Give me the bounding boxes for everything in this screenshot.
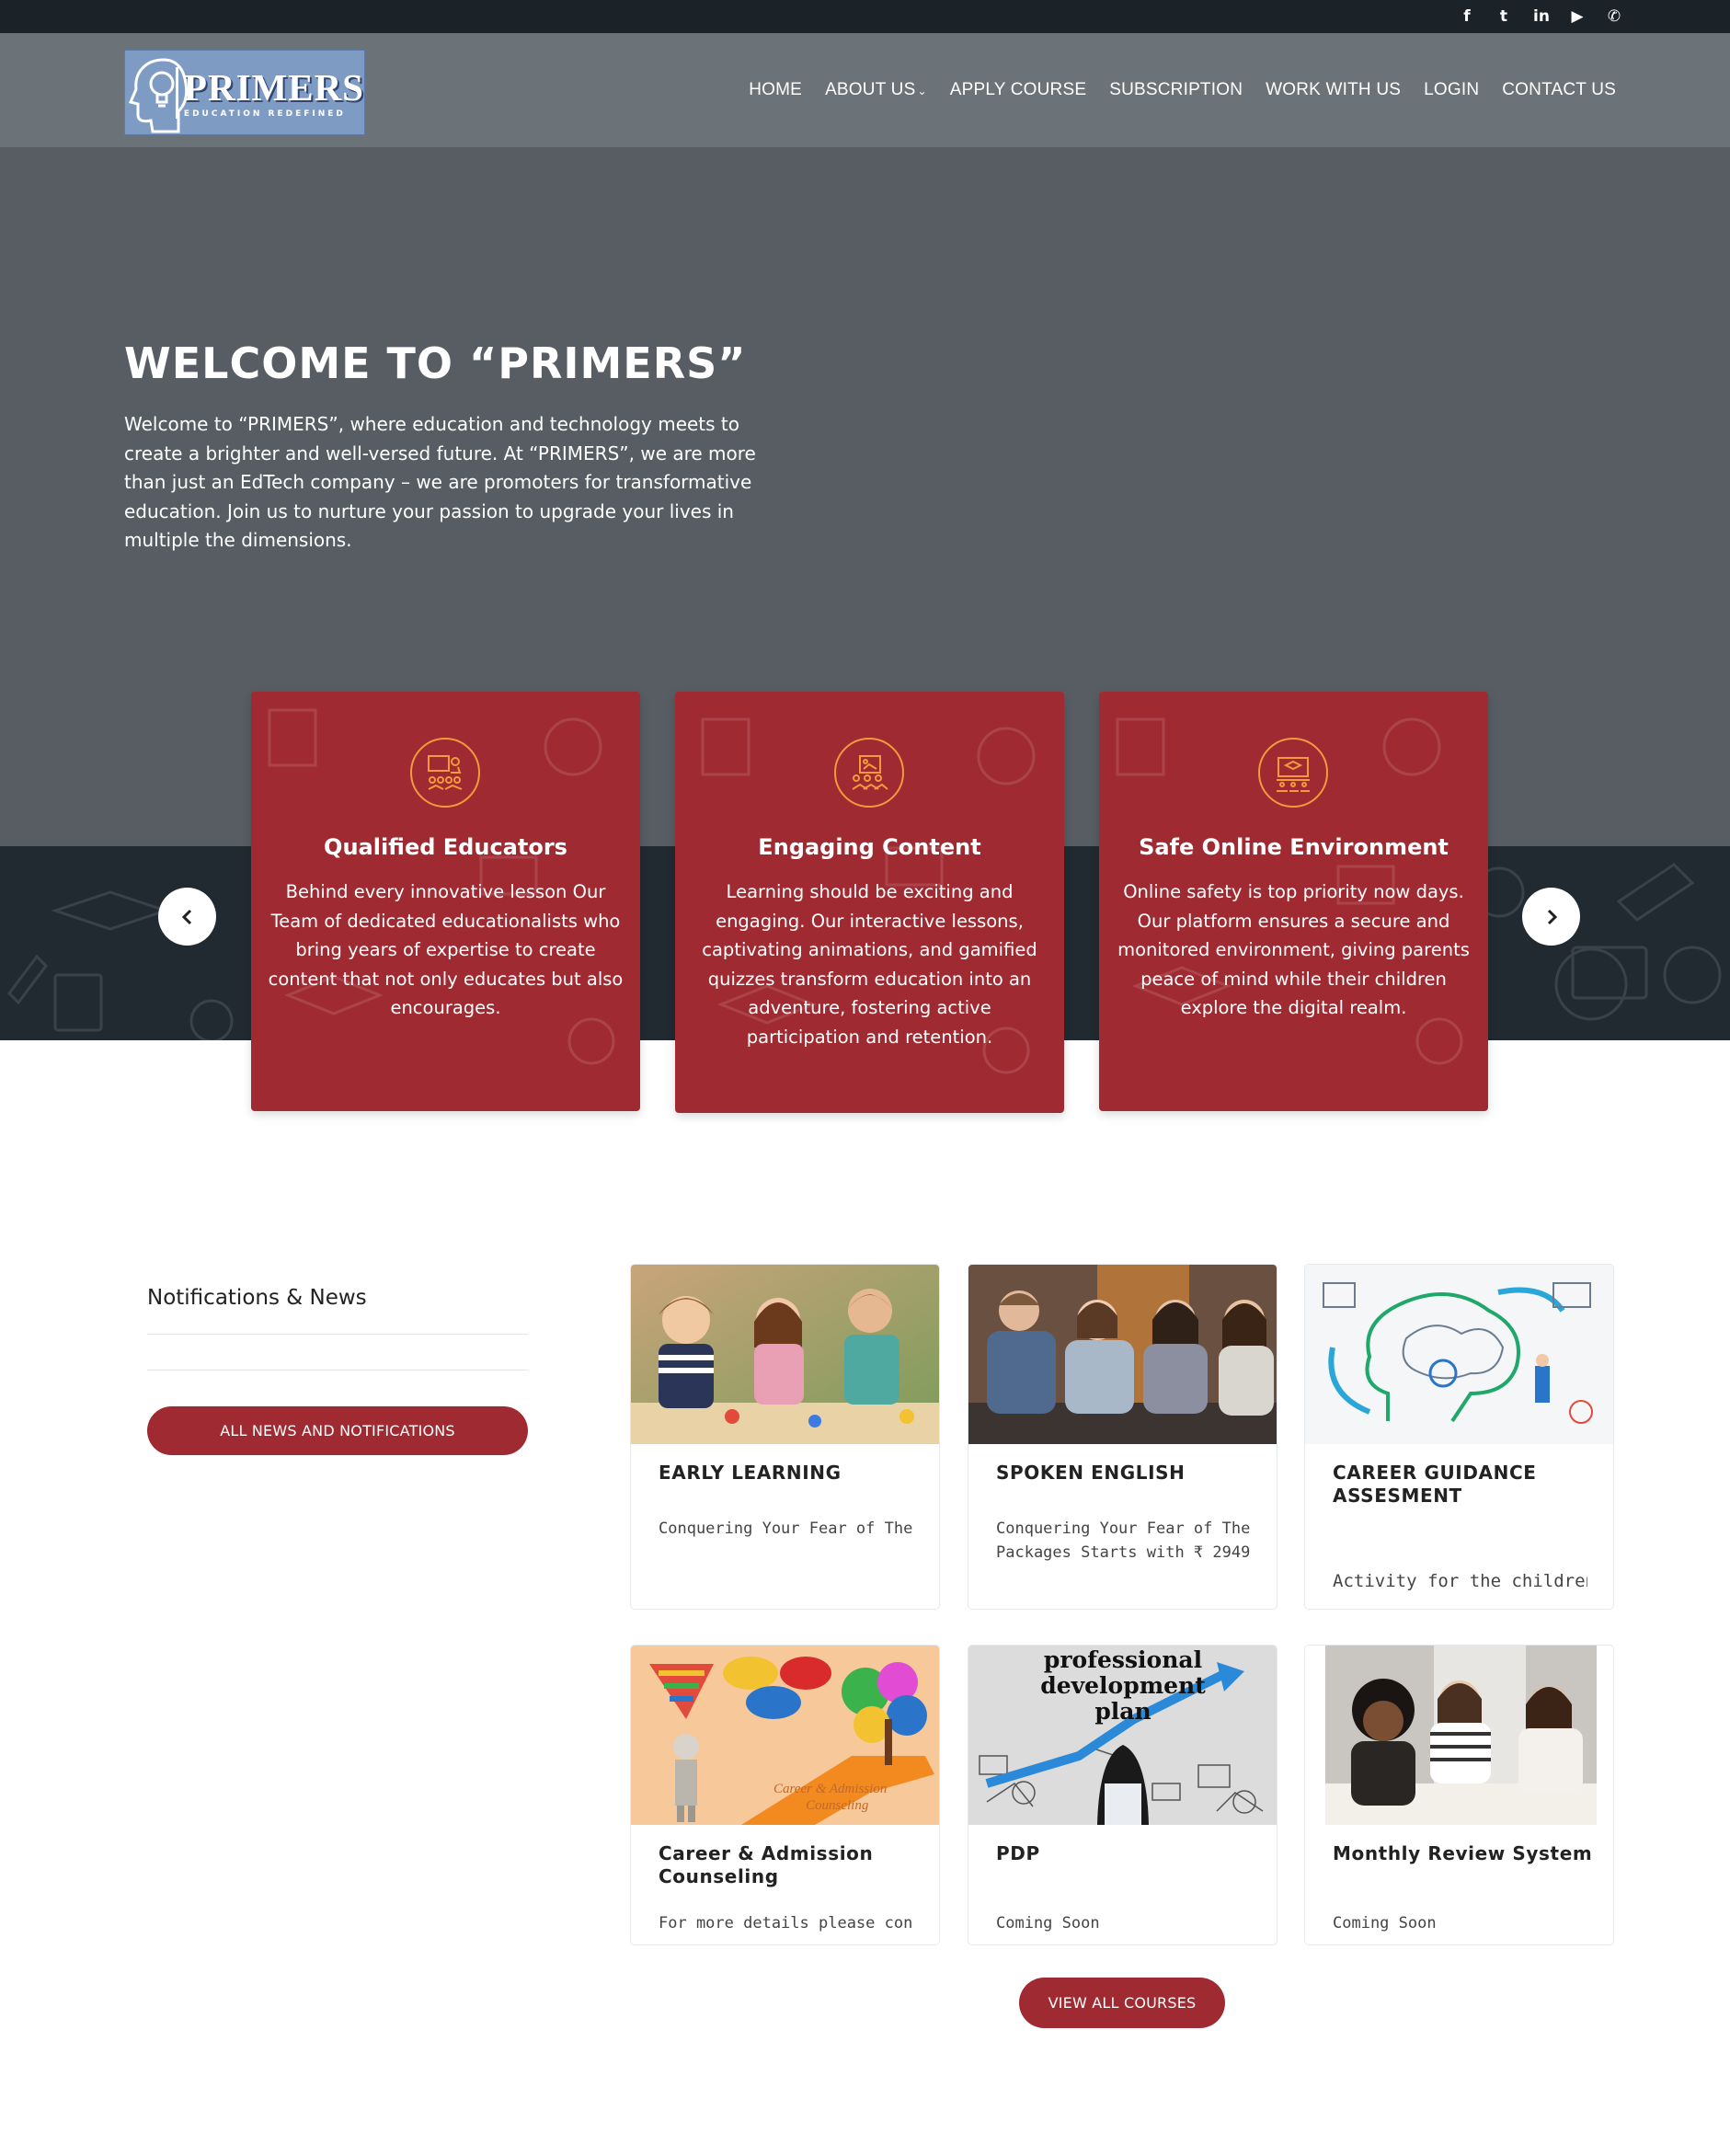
- news-heading: Notifications & News: [147, 1286, 367, 1310]
- nav-work-with-us[interactable]: WORK WITH US: [1266, 80, 1401, 100]
- teacher-icon: [410, 738, 480, 808]
- nav-about[interactable]: ABOUT US ⌄: [825, 80, 927, 100]
- course-title: Career & Admission Counseling: [659, 1842, 874, 1887]
- course-desc-price: Packages Starts with ₹ 2949.: [996, 1543, 1251, 1562]
- nav-apply-course[interactable]: APPLY COURSE: [950, 80, 1086, 100]
- chevron-left-icon: [181, 909, 191, 924]
- feature-title: Engaging Content: [758, 834, 981, 860]
- chevron-right-icon: [1547, 909, 1557, 924]
- image-caption-3: plan: [1094, 1698, 1151, 1725]
- nav-home[interactable]: HOME: [749, 80, 802, 100]
- image-caption-2: Counseling: [806, 1798, 869, 1813]
- course-image: professional development plan: [968, 1646, 1277, 1825]
- feature-card: Safe Online Environment Online safety is…: [1099, 692, 1488, 1111]
- site-logo[interactable]: PRIMERS EDUCATION REDEFINED: [124, 50, 365, 135]
- head-logo-icon: [125, 52, 189, 133]
- course-desc: Conquering Your Fear of The E: [659, 1520, 913, 1538]
- feature-card: Engaging Content Learning should be exci…: [675, 692, 1064, 1113]
- feature-text: Learning should be exciting and engaging…: [702, 881, 1037, 1048]
- carousel-prev-button[interactable]: [158, 888, 216, 946]
- course-desc: Conquering Your Fear of The E: [996, 1520, 1251, 1538]
- course-desc: Coming Soon: [996, 1914, 1100, 1932]
- whatsapp-icon[interactable]: ✆: [1607, 8, 1621, 25]
- course-image: [1305, 1265, 1613, 1444]
- course-title: SPOKEN ENGLISH: [996, 1462, 1186, 1484]
- course-image: [631, 1265, 939, 1444]
- linkedin-icon[interactable]: in: [1533, 8, 1550, 25]
- feature-title: Qualified Educators: [324, 834, 567, 860]
- course-card[interactable]: Career & Admission Counseling Career & A…: [630, 1645, 940, 1945]
- image-caption-1: Career & Admission: [773, 1782, 887, 1796]
- classroom-icon: [1258, 738, 1328, 808]
- image-caption-1: professional: [1044, 1646, 1202, 1673]
- logo-tagline: EDUCATION REDEFINED: [183, 109, 346, 119]
- course-card[interactable]: professional development plan PDP Coming…: [968, 1645, 1277, 1945]
- course-image: [1305, 1646, 1613, 1825]
- feature-card: Qualified Educators Behind every innovat…: [251, 692, 640, 1111]
- image-caption-2: development: [1040, 1672, 1206, 1699]
- hero-title: WELCOME TO “PRIMERS”: [124, 338, 747, 388]
- site-header: PRIMERS EDUCATION REDEFINED HOME ABOUT U…: [0, 33, 1730, 147]
- feature-text: Online safety is top priority now days. …: [1117, 881, 1470, 1018]
- youtube-icon[interactable]: ▶: [1570, 8, 1585, 25]
- course-desc: Coming Soon: [1333, 1914, 1437, 1932]
- course-desc: Activity for the children to: [1333, 1571, 1587, 1591]
- nav-contact[interactable]: CONTACT US: [1502, 80, 1616, 100]
- logo-name: PRIMERS: [183, 65, 364, 109]
- twitter-icon[interactable]: t: [1496, 8, 1511, 25]
- course-card[interactable]: SPOKEN ENGLISH Conquering Your Fear of T…: [968, 1264, 1277, 1610]
- divider: [147, 1334, 528, 1335]
- course-desc: For more details please conne: [659, 1914, 913, 1932]
- feature-text: Behind every innovative lesson Our Team …: [268, 881, 624, 1018]
- nav-login[interactable]: LOGIN: [1424, 80, 1479, 100]
- social-links: f t in ▶ ✆: [1460, 0, 1621, 33]
- course-card[interactable]: CAREER GUIDANCE ASSESMENT Activity for t…: [1304, 1264, 1614, 1610]
- top-bar: f t in ▶ ✆: [0, 0, 1730, 33]
- feature-title: Safe Online Environment: [1139, 834, 1449, 860]
- course-card[interactable]: EARLY LEARNING Conquering Your Fear of T…: [630, 1264, 940, 1610]
- chevron-down-icon: ⌄: [917, 85, 927, 97]
- nav-about-label: ABOUT US: [825, 80, 916, 99]
- course-card[interactable]: Monthly Review System Coming Soon: [1304, 1645, 1614, 1945]
- facebook-icon[interactable]: f: [1460, 8, 1474, 25]
- content-icon: [834, 738, 904, 808]
- nav-subscription[interactable]: SUBSCRIPTION: [1109, 80, 1243, 100]
- course-title: Monthly Review System: [1333, 1842, 1593, 1864]
- main-nav: HOME ABOUT US ⌄ APPLY COURSE SUBSCRIPTION…: [749, 33, 1616, 147]
- hero-text: Welcome to “PRIMERS”, where education an…: [124, 413, 756, 551]
- course-image: [968, 1265, 1277, 1444]
- carousel-next-button[interactable]: [1522, 888, 1580, 946]
- course-title: PDP: [996, 1842, 1040, 1864]
- view-all-courses-button[interactable]: VIEW ALL COURSES: [1019, 1978, 1225, 2028]
- course-image: Career & Admission Counseling: [631, 1646, 939, 1825]
- all-news-button[interactable]: ALL NEWS AND NOTIFICATIONS: [147, 1406, 528, 1455]
- course-title: CAREER GUIDANCE ASSESMENT: [1333, 1462, 1537, 1507]
- course-title: EARLY LEARNING: [659, 1462, 842, 1484]
